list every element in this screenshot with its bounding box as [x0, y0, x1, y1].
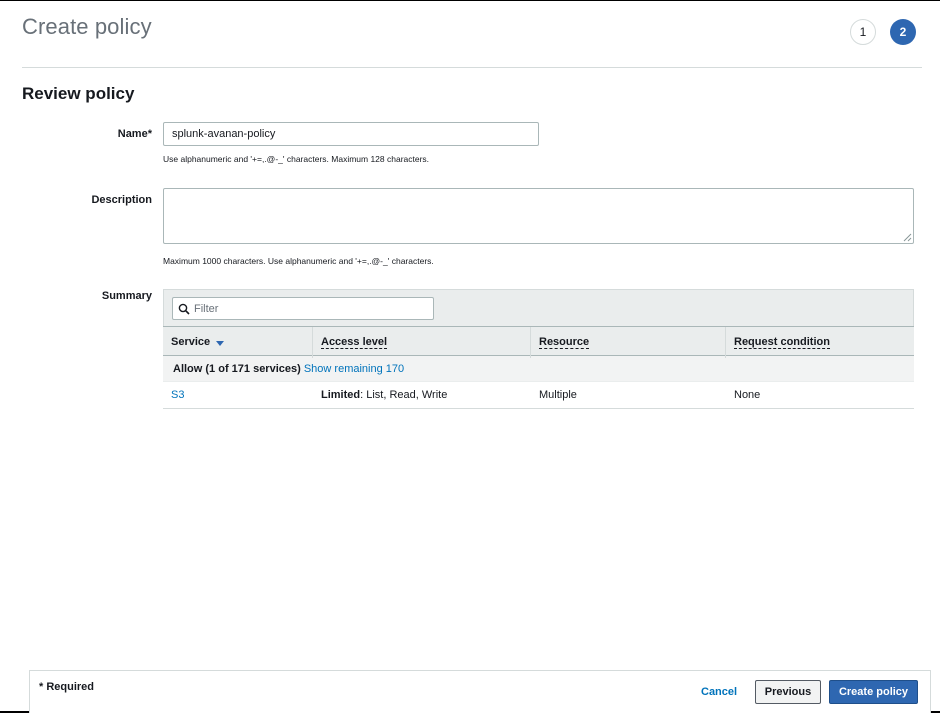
description-textarea[interactable]: [163, 188, 914, 244]
section-title: Review policy: [22, 84, 135, 103]
column-header-label: Service: [171, 336, 211, 348]
page-title: Create policy: [22, 14, 152, 39]
column-header-access-level[interactable]: Access level: [313, 327, 531, 358]
filter-bar: [163, 289, 914, 326]
access-level-bold: Limited: [321, 389, 361, 401]
cancel-button[interactable]: Cancel: [691, 680, 747, 704]
show-remaining-link[interactable]: Show remaining 170: [304, 363, 404, 375]
filter-input[interactable]: [194, 302, 433, 315]
table-row: S3 Limited: List, Read, Write Multiple N…: [163, 382, 914, 409]
name-hint: Use alphanumeric and '+=,.@-_' character…: [163, 154, 430, 164]
service-link-s3[interactable]: S3: [171, 389, 184, 401]
access-level-rest: : List, Read, Write: [360, 389, 448, 401]
table-header: Service Access level Resource Request co…: [163, 326, 914, 358]
policy-name-input[interactable]: [163, 122, 539, 146]
resource-cell: Multiple: [539, 389, 577, 401]
description-hint: Maximum 1000 characters. Use alphanumeri…: [163, 256, 434, 266]
access-level-cell: Limited: List, Read, Write: [313, 389, 531, 401]
column-header-label: Request condition: [734, 336, 830, 349]
name-label: Name*: [117, 128, 152, 140]
request-condition-cell: None: [734, 389, 761, 401]
create-policy-button[interactable]: Create policy: [829, 680, 918, 704]
column-header-service[interactable]: Service: [163, 327, 313, 358]
column-header-label: Access level: [321, 336, 388, 349]
step-1[interactable]: 1: [850, 19, 876, 45]
column-header-request-condition[interactable]: Request condition: [726, 327, 914, 358]
service-cell: S3: [163, 389, 313, 401]
summary-label: Summary: [101, 290, 152, 302]
allow-group-row: Allow (1 of 171 services) Show remaining…: [163, 356, 914, 382]
required-note: * Required: [39, 681, 95, 693]
resize-grip-icon[interactable]: [902, 232, 912, 242]
column-header-label: Resource: [539, 336, 590, 349]
header-divider: [22, 67, 922, 68]
search-icon: [178, 303, 190, 315]
previous-button[interactable]: Previous: [755, 680, 821, 704]
description-label: Description: [91, 194, 152, 206]
step-indicator: 1 2: [850, 19, 916, 45]
caret-down-icon: [216, 341, 225, 346]
footer-bar: * Required Cancel Previous Create policy: [29, 670, 931, 713]
step-2: 2: [890, 19, 916, 45]
column-header-resource[interactable]: Resource: [531, 327, 726, 358]
allow-group-label: Allow (1 of 171 services): [173, 363, 301, 375]
filter-box[interactable]: [172, 297, 434, 320]
summary-table: Service Access level Resource Request co…: [163, 289, 914, 409]
